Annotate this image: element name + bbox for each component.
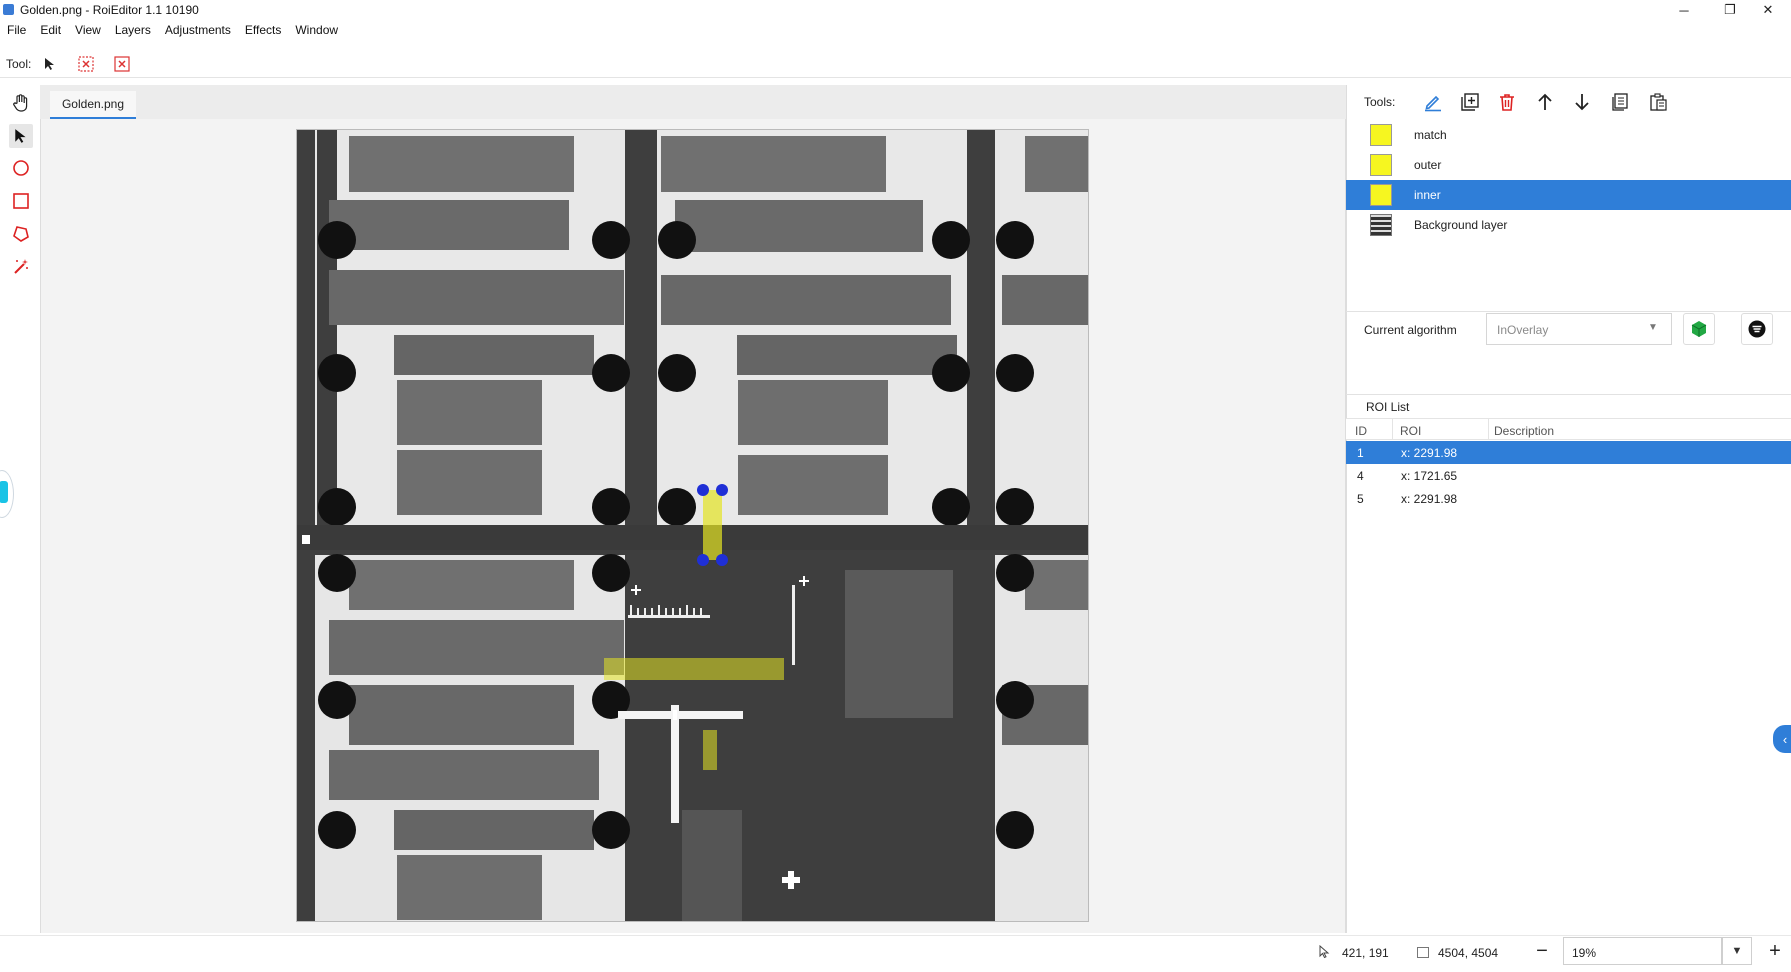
zoom-in-button[interactable]: + — [1765, 940, 1785, 962]
roi-value: x: 1721.65 — [1401, 468, 1458, 483]
column-header-id[interactable]: ID — [1355, 424, 1367, 438]
menu-bar: File Edit View Layers Adjustments Effect… — [0, 21, 345, 39]
title-bar: Golden.png - RoiEditor 1.1 10190 ─ ❐ ✕ — [0, 0, 1791, 20]
roi-list-title: ROI List — [1366, 400, 1410, 414]
divider — [1346, 311, 1791, 312]
status-bar — [0, 935, 1791, 972]
column-header-description[interactable]: Description — [1494, 424, 1554, 438]
edit-pen-icon[interactable] — [1420, 90, 1446, 114]
roi-overlay-inner[interactable] — [703, 490, 722, 560]
document-tab-strip — [40, 85, 1346, 119]
image-size: 4504, 4504 — [1438, 946, 1499, 960]
menu-effects[interactable]: Effects — [238, 21, 288, 39]
close-button[interactable]: ✕ — [1745, 0, 1791, 20]
menu-adjustments[interactable]: Adjustments — [158, 21, 238, 39]
layer-row-inner[interactable]: inner — [1346, 180, 1791, 210]
app-icon — [3, 4, 14, 15]
chevron-down-icon[interactable]: ▼ — [1648, 322, 1660, 333]
menu-view[interactable]: View — [68, 21, 108, 39]
run-algorithm-button[interactable] — [1683, 313, 1715, 345]
move-up-icon[interactable] — [1532, 90, 1558, 114]
arrow-cursor-icon[interactable] — [41, 55, 59, 73]
menu-file[interactable]: File — [0, 21, 33, 39]
layer-row-background[interactable]: Background layer — [1346, 210, 1791, 240]
cursor-position-icon — [1318, 944, 1332, 959]
roi-handle[interactable] — [716, 484, 728, 496]
roi-handle[interactable] — [697, 484, 709, 496]
filter-button[interactable] — [1741, 313, 1773, 345]
layer-row-outer[interactable]: outer — [1346, 150, 1791, 180]
move-down-icon[interactable] — [1569, 90, 1595, 114]
menu-edit[interactable]: Edit — [33, 21, 68, 39]
tool-label: Tool: — [6, 57, 32, 71]
layer-name: outer — [1414, 158, 1442, 172]
roi-id: 1 — [1357, 445, 1364, 460]
rectangle-icon[interactable] — [9, 189, 33, 213]
pointer-icon[interactable] — [9, 124, 33, 148]
roi-handle[interactable] — [697, 554, 709, 566]
layer-color-swatch[interactable] — [1370, 124, 1392, 146]
layer-color-swatch[interactable] — [1370, 184, 1392, 206]
column-header-roi[interactable]: ROI — [1400, 424, 1421, 438]
zoom-dropdown-icon[interactable]: ▼ — [1722, 937, 1752, 965]
minimize-button[interactable]: ─ — [1661, 0, 1707, 20]
menu-window[interactable]: Window — [288, 21, 345, 39]
algorithm-value: InOverlay — [1497, 323, 1549, 337]
clear-selection-icon[interactable] — [77, 55, 95, 73]
table-row[interactable]: 5 x: 2291.98 — [1346, 487, 1791, 510]
tools-label: Tools: — [1364, 95, 1396, 109]
roi-handle[interactable] — [716, 554, 728, 566]
add-layer-icon[interactable] — [1457, 90, 1483, 114]
clear-all-icon[interactable] — [113, 55, 131, 73]
hand-icon[interactable] — [9, 91, 33, 115]
roi-overlay-match[interactable] — [703, 730, 717, 770]
roi-id: 5 — [1357, 491, 1364, 506]
window-title: Golden.png - RoiEditor 1.1 10190 — [20, 3, 199, 17]
divider — [1346, 394, 1791, 395]
roi-value: x: 2291.98 — [1401, 491, 1458, 506]
delete-icon[interactable] — [1494, 90, 1520, 114]
layer-row-match[interactable]: match — [1346, 120, 1791, 150]
roi-id: 4 — [1357, 468, 1364, 483]
document-tab[interactable]: Golden.png — [50, 91, 136, 119]
magic-wand-icon[interactable] — [9, 254, 33, 278]
filter-icon — [1748, 320, 1766, 338]
ellipse-icon[interactable] — [9, 156, 33, 180]
image-size-icon — [1417, 947, 1429, 958]
collapse-panel-button[interactable]: ‹ — [1773, 725, 1791, 753]
cube-icon — [1691, 321, 1707, 337]
table-row[interactable]: 4 x: 1721.65 — [1346, 464, 1791, 487]
layer-name: Background layer — [1414, 218, 1508, 232]
paste-icon[interactable] — [1645, 90, 1671, 114]
copy-icon[interactable] — [1607, 90, 1633, 114]
algorithm-label: Current algorithm — [1364, 323, 1457, 337]
polygon-icon[interactable] — [9, 222, 33, 246]
zoom-out-button[interactable]: − — [1532, 940, 1552, 962]
roi-overlay-outer[interactable] — [604, 658, 784, 680]
layer-name: match — [1414, 128, 1447, 142]
background-thumbnail — [1370, 214, 1392, 236]
toolbar: Tool: — [0, 44, 1791, 78]
column-divider — [1392, 419, 1393, 440]
table-row[interactable]: 1 x: 2291.98 — [1346, 441, 1791, 464]
image-canvas[interactable] — [296, 129, 1089, 922]
roi-value: x: 2291.98 — [1401, 445, 1458, 460]
layer-color-swatch[interactable] — [1370, 154, 1392, 176]
column-divider — [1488, 419, 1489, 440]
wafer-image — [297, 130, 1088, 921]
menu-layers[interactable]: Layers — [108, 21, 158, 39]
cursor-position: 421, 191 — [1342, 946, 1389, 960]
zoom-value: 19% — [1572, 946, 1597, 960]
layer-name: inner — [1414, 188, 1441, 202]
